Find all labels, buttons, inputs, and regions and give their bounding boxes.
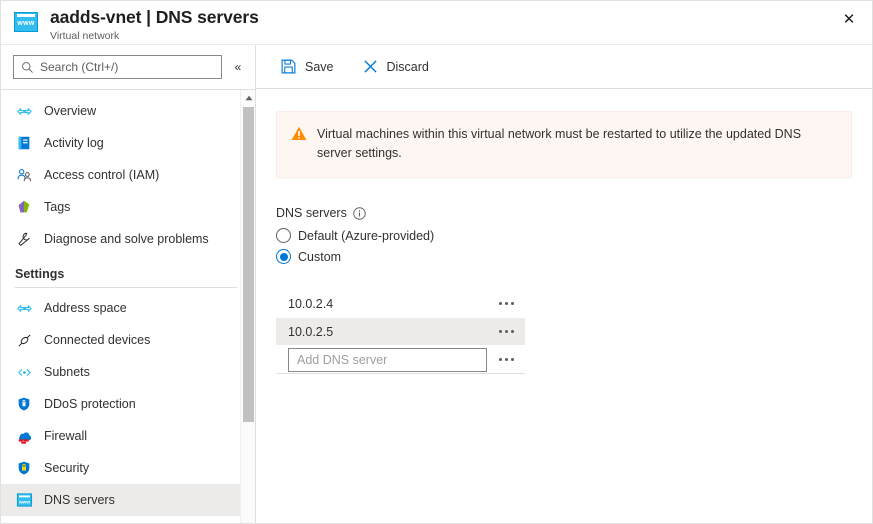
dns-server-value: 10.0.2.5	[276, 325, 487, 339]
sidebar-item-label: Tags	[44, 199, 70, 215]
ellipsis-icon[interactable]	[487, 318, 525, 345]
save-button-label: Save	[305, 60, 334, 74]
sidebar-item-label: DDoS protection	[44, 396, 136, 412]
sidebar-item-label: Firewall	[44, 428, 87, 444]
sidebar-item-label: Diagnose and solve problems	[44, 231, 209, 247]
radio-default[interactable]	[276, 228, 291, 243]
radio-custom-label: Custom	[298, 250, 341, 264]
vnet-icon	[15, 102, 33, 120]
discard-button-label: Discard	[387, 60, 429, 74]
sidebar-item-firewall[interactable]: Firewall	[1, 420, 255, 452]
sidebar-item-label: Access control (IAM)	[44, 167, 159, 183]
ellipsis-icon[interactable]	[487, 346, 525, 373]
shield-lock-icon	[15, 459, 33, 477]
sidebar-item-access-control[interactable]: Access control (IAM)	[1, 159, 255, 191]
dns-settings-pane: Virtual machines within this virtual net…	[256, 89, 872, 523]
page-subtitle: Virtual network	[50, 29, 259, 43]
sidebar-item-tags[interactable]: Tags	[1, 191, 255, 223]
dns-add-input-wrap	[276, 348, 487, 372]
radio-default-label: Default (Azure-provided)	[298, 229, 434, 243]
content-area: Save Discard	[256, 45, 872, 523]
dns-servers-label: DNS servers	[276, 206, 347, 220]
wrench-icon	[15, 230, 33, 248]
blade-header: www aadds-vnet | DNS servers Virtual net…	[1, 1, 872, 45]
ellipsis-icon[interactable]	[487, 290, 525, 317]
close-icon[interactable]: ✕	[832, 4, 866, 34]
dns-list-bottom-divider	[276, 373, 525, 374]
discard-button[interactable]: Discard	[357, 52, 434, 82]
activity-log-icon	[15, 134, 33, 152]
info-circle-icon[interactable]	[353, 207, 366, 220]
firewall-icon	[15, 427, 33, 445]
sidebar-item-label: Subnets	[44, 364, 90, 380]
people-icon	[15, 166, 33, 184]
connected-devices-icon	[15, 331, 33, 349]
discard-x-icon	[362, 58, 379, 75]
sidebar-item-label: Connected devices	[44, 332, 150, 348]
warning-banner: Virtual machines within this virtual net…	[276, 111, 852, 178]
tag-icon	[15, 198, 33, 216]
subnets-icon	[15, 363, 33, 381]
add-dns-server-input[interactable]	[288, 348, 487, 372]
radio-custom[interactable]	[276, 249, 291, 264]
command-toolbar: Save Discard	[256, 45, 872, 89]
sidebar-item-address-space[interactable]: Address space	[1, 292, 255, 324]
dns-server-list: 10.0.2.4 10.0.2.5	[276, 289, 525, 374]
warning-triangle-icon	[291, 126, 307, 163]
page-title: aadds-vnet | DNS servers	[50, 7, 259, 28]
sidebar-item-label: DNS servers	[44, 492, 115, 508]
collapse-sidebar-button[interactable]: «	[227, 55, 249, 79]
warning-text: Virtual machines within this virtual net…	[317, 125, 835, 163]
sidebar-item-dns-servers[interactable]: www DNS servers	[1, 484, 255, 516]
scrollbar-thumb[interactable]	[243, 107, 254, 422]
search-icon	[21, 61, 34, 74]
dns-server-value: 10.0.2.4	[276, 297, 487, 311]
scroll-up-icon[interactable]	[241, 90, 255, 105]
sidebar-item-label: Security	[44, 460, 89, 476]
dns-option-custom[interactable]: Custom	[276, 246, 852, 267]
save-button[interactable]: Save	[275, 52, 339, 82]
sidebar-scrollbar[interactable]	[240, 90, 255, 523]
www-browser-icon: www	[13, 10, 39, 34]
dns-servers-field-label-row: DNS servers	[276, 206, 852, 220]
table-row[interactable]: 10.0.2.5	[276, 317, 525, 345]
sidebar-item-label: Overview	[44, 103, 96, 119]
title-block: aadds-vnet | DNS servers Virtual network	[50, 7, 259, 43]
dns-servers-icon: www	[15, 491, 33, 509]
sidebar-item-ddos-protection[interactable]: DDoS protection	[1, 388, 255, 420]
search-input[interactable]	[40, 56, 221, 78]
search-box[interactable]	[13, 55, 222, 79]
azure-portal-blade: www aadds-vnet | DNS servers Virtual net…	[0, 0, 873, 524]
sidebar-item-security[interactable]: Security	[1, 452, 255, 484]
sidebar-item-connected-devices[interactable]: Connected devices	[1, 324, 255, 356]
sidebar-item-overview[interactable]: Overview	[1, 95, 255, 127]
sidebar-item-subnets[interactable]: Subnets	[1, 356, 255, 388]
blade-body: « Overview	[1, 45, 872, 523]
address-space-icon	[15, 299, 33, 317]
dns-option-default[interactable]: Default (Azure-provided)	[276, 225, 852, 246]
sidebar-item-diagnose[interactable]: Diagnose and solve problems	[1, 223, 255, 255]
sidebar: « Overview	[1, 45, 256, 523]
dns-add-row[interactable]	[276, 345, 525, 373]
sidebar-item-label: Address space	[44, 300, 127, 316]
sidebar-search-row: «	[1, 45, 255, 89]
sidebar-list: Overview Activity log	[1, 90, 255, 516]
sidebar-scroll-region: Overview Activity log	[1, 89, 255, 523]
svg-text:www: www	[17, 500, 29, 505]
save-floppy-icon	[280, 58, 297, 75]
sidebar-item-label: Activity log	[44, 135, 104, 151]
sidebar-divider	[15, 287, 237, 288]
shield-blue-icon	[15, 395, 33, 413]
table-row[interactable]: 10.0.2.4	[276, 289, 525, 317]
sidebar-item-activity-log[interactable]: Activity log	[1, 127, 255, 159]
sidebar-group-settings: Settings	[1, 255, 255, 283]
